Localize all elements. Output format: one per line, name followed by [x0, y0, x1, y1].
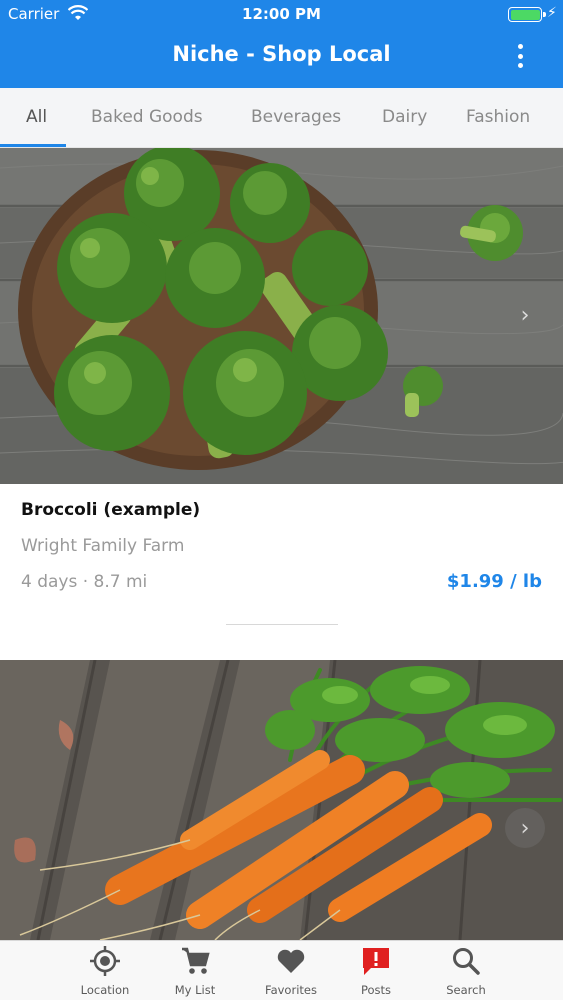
carousel-next-icon[interactable]: › — [505, 808, 545, 848]
heart-icon — [277, 949, 305, 973]
tab-location[interactable]: Location — [65, 945, 145, 997]
tab-beverages[interactable]: Beverages — [251, 107, 341, 127]
product-price: $1.99 / lb — [446, 571, 542, 592]
status-bar: Carrier 12:00 PM ⚡ — [0, 0, 563, 30]
battery-icon — [508, 7, 546, 22]
charging-icon: ⚡ — [547, 5, 557, 21]
carousel-next-icon[interactable]: › — [505, 295, 545, 335]
product-meta: 4 days · 8.7 mi — [21, 572, 148, 592]
tab-favorites-label: Favorites — [265, 983, 317, 997]
tab-search-label: Search — [446, 983, 486, 997]
card-divider — [226, 624, 338, 625]
active-tab-indicator — [0, 144, 66, 147]
alert-chat-icon — [363, 948, 389, 975]
page-title: Niche - Shop Local — [172, 42, 391, 66]
tab-my-list[interactable]: My List — [155, 945, 235, 997]
tab-posts-label: Posts — [360, 983, 392, 997]
bottom-tab-bar: Location My List Favorites Posts Search — [0, 940, 563, 1000]
tab-posts[interactable]: Posts — [336, 945, 416, 997]
status-time: 12:00 PM — [242, 5, 321, 23]
product-image-broccoli[interactable] — [0, 148, 563, 484]
shopping-cart-icon — [182, 947, 210, 974]
tab-baked-goods[interactable]: Baked Goods — [91, 107, 203, 127]
tab-location-label: Location — [80, 983, 130, 997]
tab-dairy[interactable]: Dairy — [382, 107, 427, 127]
product-seller: Wright Family Farm — [21, 536, 185, 556]
tab-search[interactable]: Search — [426, 945, 506, 997]
product-image-carrots[interactable] — [0, 660, 563, 940]
tab-favorites[interactable]: Favorites — [251, 945, 331, 997]
tab-my-list-label: My List — [174, 983, 216, 997]
more-vertical-icon[interactable] — [510, 42, 530, 70]
location-target-icon — [90, 946, 120, 976]
product-name[interactable]: Broccoli (example) — [21, 500, 200, 520]
tab-all[interactable]: All — [26, 107, 47, 127]
search-icon — [453, 948, 480, 975]
app-header: Carrier 12:00 PM ⚡ Niche - Shop Local — [0, 0, 563, 88]
category-tabs: All Baked Goods Beverages Dairy Fashion — [0, 88, 563, 148]
tab-fashion[interactable]: Fashion — [466, 107, 530, 127]
